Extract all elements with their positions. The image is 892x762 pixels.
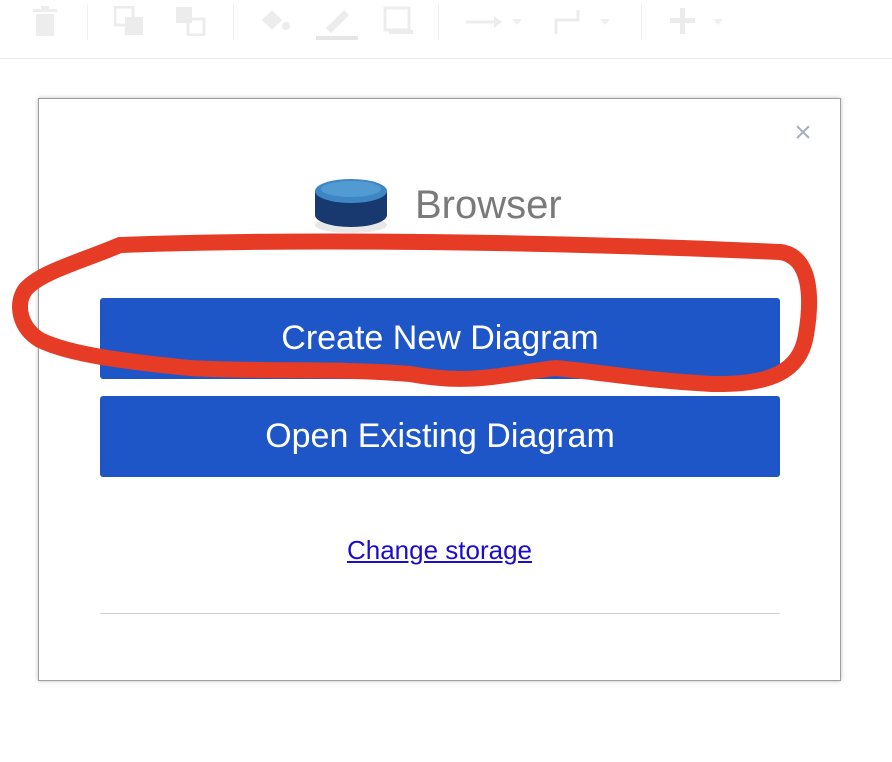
page: × Browser Create New Diagram Open Existi…	[0, 0, 892, 762]
create-new-diagram-button[interactable]: Create New Diagram	[100, 298, 780, 379]
connection-icon[interactable]	[464, 10, 528, 34]
to-front-icon[interactable]	[114, 6, 146, 36]
storage-title: Browser	[415, 183, 562, 227]
fill-color-icon[interactable]	[258, 6, 292, 36]
close-button[interactable]: ×	[791, 118, 815, 148]
browser-storage-icon	[315, 179, 387, 233]
open-existing-diagram-button[interactable]: Open Existing Diagram	[100, 396, 780, 477]
trash-icon[interactable]	[32, 6, 58, 36]
toolbar-separator	[233, 4, 234, 40]
divider	[100, 613, 780, 614]
toolbar-separator	[87, 4, 88, 40]
storage-dialog: × Browser Create New Diagram Open Existi…	[38, 98, 841, 681]
toolbar-separator	[641, 4, 642, 40]
shadow-icon[interactable]	[383, 6, 417, 36]
line-color-icon[interactable]	[314, 4, 360, 40]
toolbar	[0, 0, 892, 59]
toolbar-separator	[438, 4, 439, 40]
waypoints-icon[interactable]	[552, 6, 616, 36]
to-back-icon[interactable]	[175, 6, 207, 36]
change-storage-link[interactable]: Change storage	[39, 535, 840, 566]
insert-icon[interactable]	[667, 6, 731, 38]
